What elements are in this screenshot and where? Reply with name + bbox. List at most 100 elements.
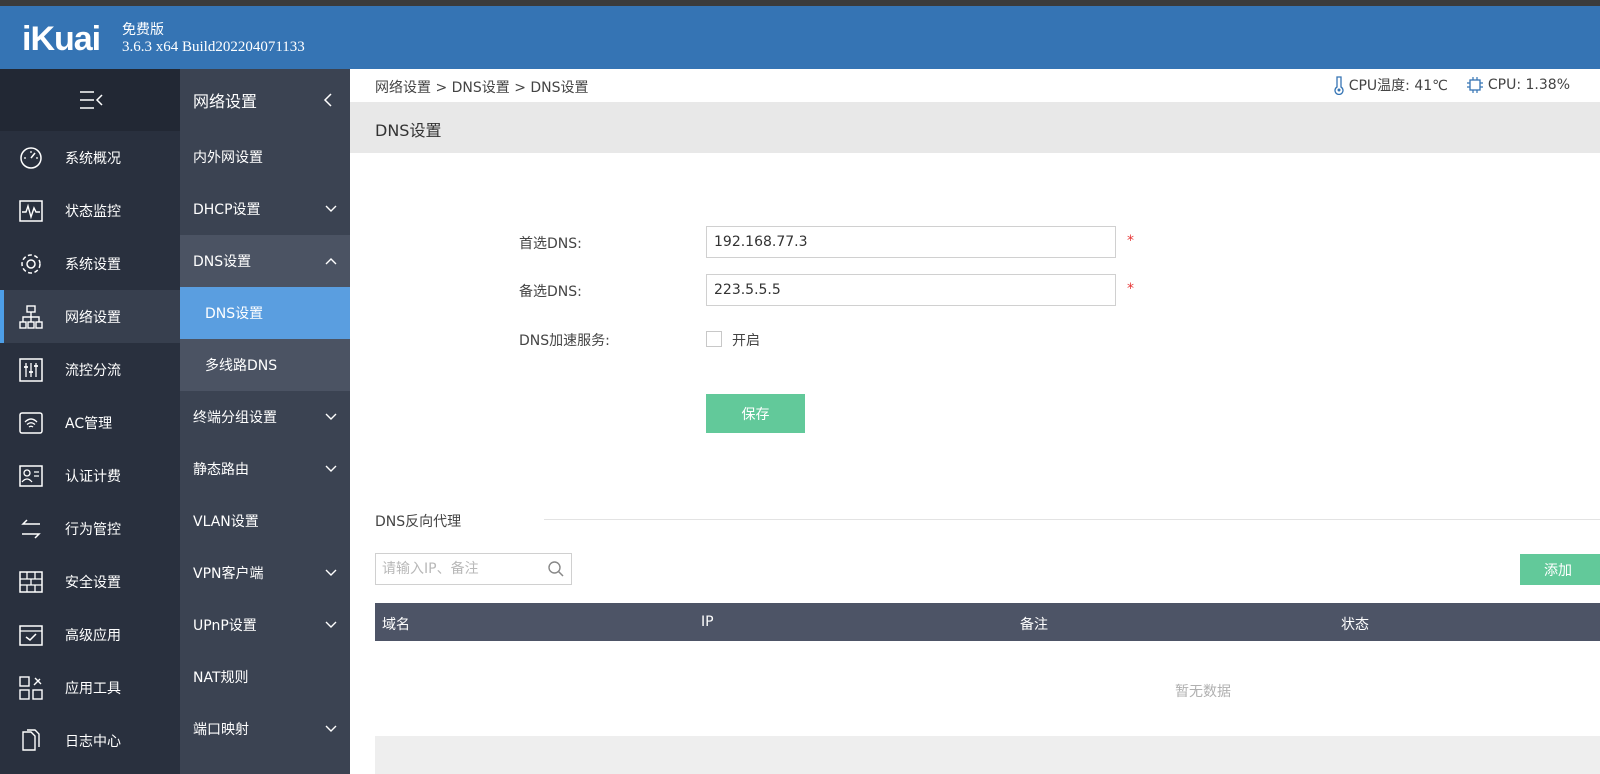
search-input[interactable]: [382, 554, 542, 584]
sliders-icon: [19, 357, 43, 382]
required-mark: *: [1127, 281, 1134, 297]
sub-sidebar: 网络设置 内外网设置 DHCP设置 DNS设置 DNS设置 多线路DNS 终端分…: [180, 69, 350, 774]
menu-collapse-icon[interactable]: [78, 89, 106, 111]
secondary-dns-label: 备选DNS:: [519, 284, 582, 300]
sidebar-item-network-settings[interactable]: 网络设置: [0, 290, 180, 343]
sidebar-item-flow-control[interactable]: 流控分流: [0, 343, 180, 396]
sidebar-item-advanced-apps[interactable]: 高级应用: [0, 608, 180, 661]
subnav-item-vlan[interactable]: VLAN设置: [180, 495, 350, 547]
subnav-item-dns-group[interactable]: DNS设置: [180, 235, 350, 287]
subnav-item-dns-settings[interactable]: DNS设置: [180, 287, 350, 339]
breadcrumb: 网络设置 > DNS设置 > DNS设置: [375, 80, 589, 96]
id-card-icon: [19, 464, 43, 487]
search-icon[interactable]: [547, 560, 565, 578]
column-header-note[interactable]: 备注: [1020, 614, 1048, 634]
system-status: CPU温度: 41℃ CPU: 1.38%: [1333, 75, 1570, 95]
sidebar-item-label: 流控分流: [65, 362, 121, 379]
primary-dns-label: 首选DNS:: [519, 236, 582, 252]
sidebar-item-app-tools[interactable]: 应用工具: [0, 661, 180, 714]
save-button[interactable]: 保存: [706, 394, 805, 433]
gear-icon: [21, 253, 41, 274]
sidebar-item-label: 网络设置: [65, 309, 121, 326]
chevron-down-icon: [325, 465, 337, 472]
sidebar-item-label: 认证计费: [65, 468, 121, 485]
ikuai-logo: iKuai: [22, 20, 101, 58]
subnav-item-label: DHCP设置: [193, 202, 261, 218]
subnav-item-port-mapping[interactable]: 端口映射: [180, 703, 350, 755]
edition-label: 免费版: [122, 22, 164, 38]
primary-dns-input[interactable]: [706, 226, 1116, 258]
dns-accel-checkbox-label[interactable]: 开启: [732, 330, 760, 350]
sidebar-item-label: 系统设置: [65, 256, 121, 273]
subnav-item-static-routes[interactable]: 静态路由: [180, 443, 350, 495]
cpu-temp-status: CPU温度: 41℃: [1333, 75, 1448, 95]
column-header-domain[interactable]: 域名: [382, 614, 410, 634]
sidebar-item-system-settings[interactable]: 系统设置: [0, 237, 180, 290]
wifi-icon: [19, 411, 43, 434]
main-content: 网络设置 > DNS设置 > DNS设置 CPU温度: 41℃ CPU: 1.3…: [350, 69, 1600, 774]
empty-table-message: 暂无数据: [1175, 684, 1231, 700]
subnav-item-label: 多线路DNS: [205, 358, 278, 374]
search-box: [375, 553, 572, 585]
sidebar-item-overview[interactable]: 系统概况: [0, 131, 180, 184]
sidebar-item-label: 安全设置: [65, 574, 121, 591]
subnav-item-label: 静态路由: [193, 462, 249, 478]
firewall-icon: [19, 570, 43, 593]
sidebar-item-log-center[interactable]: 日志中心: [0, 714, 180, 767]
sidebar-item-label: 系统概况: [65, 150, 121, 167]
subnav-item-label: 端口映射: [193, 722, 249, 738]
cpu-usage-text: CPU: 1.38%: [1487, 77, 1570, 93]
column-header-ip[interactable]: IP: [701, 614, 714, 630]
sidebar-item-label: 状态监控: [65, 203, 121, 220]
subnav-item-wan-lan[interactable]: 内外网设置: [180, 131, 350, 183]
chevron-down-icon: [325, 569, 337, 576]
subnav-item-label: VLAN设置: [193, 514, 259, 530]
dns-accel-label: DNS加速服务:: [519, 333, 610, 349]
version-label: 3.6.3 x64 Build202204071133: [122, 39, 305, 55]
subnav-item-label: UPnP设置: [193, 618, 257, 634]
sidebar-item-label: 日志中心: [65, 733, 121, 750]
sidebar-item-label: AC管理: [65, 415, 113, 432]
chevron-down-icon: [325, 725, 337, 732]
column-header-status[interactable]: 状态: [1341, 614, 1369, 634]
subnav-item-upnp[interactable]: UPnP设置: [180, 599, 350, 651]
monitor-icon: [19, 199, 43, 222]
sidebar-item-security[interactable]: 安全设置: [0, 555, 180, 608]
sidebar-item-monitor[interactable]: 状态监控: [0, 184, 180, 237]
add-button[interactable]: 添加: [1520, 554, 1600, 585]
arrows-icon: [21, 518, 41, 539]
table-header: 域名 IP 备注 状态: [375, 603, 1600, 641]
subnav-item-terminal-groups[interactable]: 终端分组设置: [180, 391, 350, 443]
dns-accel-checkbox[interactable]: [706, 331, 722, 347]
subnav-item-multiline-dns[interactable]: 多线路DNS: [180, 339, 350, 391]
sidebar-item-behavior-control[interactable]: 行为管控: [0, 502, 180, 555]
subnav-item-dhcp[interactable]: DHCP设置: [180, 183, 350, 235]
cpu-temp-text: CPU温度: 41℃: [1348, 78, 1448, 94]
chevron-down-icon: [325, 621, 337, 628]
subnav-title: 网络设置: [193, 92, 258, 111]
sidebar-item-label: 高级应用: [65, 627, 121, 644]
subnav-header: 网络设置: [180, 69, 350, 131]
thermometer-icon: [1334, 76, 1344, 95]
subnav-item-label: DNS设置: [205, 306, 264, 322]
sidebar-item-ac-management[interactable]: AC管理: [0, 396, 180, 449]
app-header: iKuai 免费版 3.6.3 x64 Build202204071133: [0, 6, 1600, 69]
network-icon: [19, 304, 43, 329]
subnav-item-nat-rules[interactable]: NAT规则: [180, 651, 350, 703]
page-header: DNS设置: [350, 102, 1600, 153]
tools-icon: [19, 675, 43, 700]
chevron-left-icon[interactable]: [322, 91, 334, 109]
secondary-dns-input[interactable]: [706, 274, 1116, 306]
required-mark: *: [1127, 233, 1134, 249]
subnav-item-label: VPN客户端: [193, 566, 264, 582]
sidebar-item-auth-billing[interactable]: 认证计费: [0, 449, 180, 502]
dashboard-icon: [20, 146, 42, 169]
sidebar-item-label: 应用工具: [65, 680, 121, 697]
cpu-chip-icon: [1466, 77, 1483, 93]
subnav-item-label: DNS设置: [193, 254, 252, 270]
sidebar-toggle-area: [0, 69, 180, 131]
page-title: DNS设置: [375, 121, 442, 140]
document-icon: [22, 728, 40, 751]
subnav-item-label: 内外网设置: [193, 150, 263, 166]
subnav-item-vpn-client[interactable]: VPN客户端: [180, 547, 350, 599]
